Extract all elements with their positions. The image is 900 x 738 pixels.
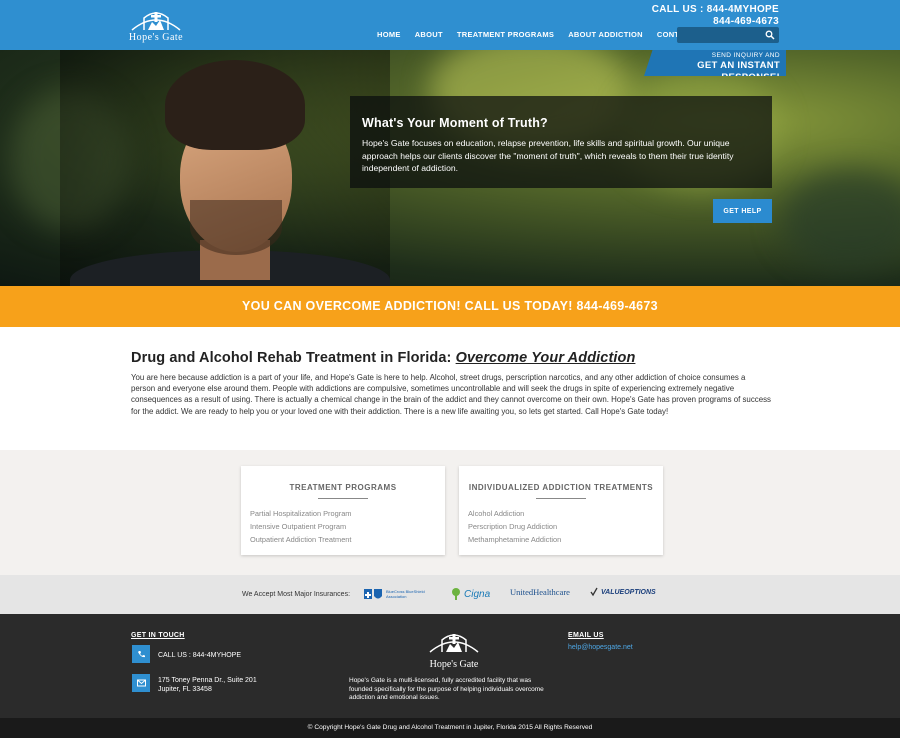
nav-about-addiction[interactable]: ABOUT ADDICTION: [561, 30, 650, 39]
card-title: INDIVIDUALIZED ADDICTION TREATMENTS: [468, 483, 654, 492]
addiction-treatments-card: INDIVIDUALIZED ADDICTION TREATMENTS Alco…: [459, 466, 663, 555]
get-in-touch-heading: GET IN TOUCH: [131, 632, 185, 639]
page-title-main: Drug and Alcohol Rehab Treatment in Flor…: [131, 350, 456, 366]
insurance-strip: We Accept Most Major Insurances: BlueCro…: [0, 575, 900, 614]
cigna-logo: Cigna: [451, 587, 490, 601]
site-logo[interactable]: Hope's Gate: [124, 6, 188, 46]
footer-address: 175 Toney Penna Dr., Suite 201 Jupiter, …: [158, 676, 257, 694]
gate-logo-icon: [429, 634, 479, 653]
main-nav: HOME ABOUT TREATMENT PROGRAMS ABOUT ADDI…: [370, 30, 702, 39]
hero-photo-beard: [190, 200, 282, 255]
programs-section: TREATMENT PROGRAMS Partial Hospitalizati…: [0, 450, 900, 575]
hero-text: Hope's Gate focuses on education, relaps…: [362, 138, 734, 173]
card-link-outpatient[interactable]: Outpatient Addiction Treatment: [250, 533, 445, 546]
gate-logo-icon: [131, 12, 181, 31]
intro-paragraph: You are here because addiction is a part…: [131, 373, 771, 416]
search-input[interactable]: [677, 29, 762, 46]
nav-about[interactable]: ABOUT: [408, 30, 450, 39]
insurance-label: We Accept Most Major Insurances:: [242, 591, 351, 598]
unitedhealthcare-text: UnitedHealthcare: [510, 587, 570, 597]
valueoptions-check-icon: [590, 587, 598, 597]
card-link-prescription[interactable]: Perscription Drug Addiction: [468, 520, 663, 533]
get-help-button[interactable]: GET HELP: [713, 199, 772, 223]
card-link-alcohol[interactable]: Alcohol Addiction: [468, 507, 663, 520]
call-banner[interactable]: YOU CAN OVERCOME ADDICTION! CALL US TODA…: [0, 286, 900, 327]
bcbs-text: BlueCross BlueShield Association: [386, 589, 425, 599]
bcbs-logo: BlueCross BlueShield Association: [363, 587, 426, 601]
footer-phone[interactable]: CALL US : 844-4MYHOPE: [158, 651, 241, 660]
search-box: [677, 27, 779, 46]
header-phone[interactable]: CALL US : 844-4MYHOPE 844-469-4673: [652, 4, 779, 28]
inquiry-small-text: SEND INQUIRY AND: [711, 52, 780, 59]
cigna-tree-icon: [452, 588, 460, 600]
nav-home[interactable]: HOME: [370, 30, 408, 39]
bcbs-icon: [364, 589, 382, 599]
treatment-programs-card: TREATMENT PROGRAMS Partial Hospitalizati…: [241, 466, 445, 555]
site-footer: GET IN TOUCH CALL US : 844-4MYHOPE 175 T…: [0, 614, 900, 718]
card-link-methamphetamine[interactable]: Methamphetamine Addiction: [468, 533, 663, 546]
address-line-2: Jupiter, FL 33458: [158, 686, 212, 693]
hero-caption-box: What's Your Moment of Truth? Hope's Gate…: [350, 96, 772, 188]
card-divider: [536, 498, 586, 499]
address-line-1: 175 Toney Penna Dr., Suite 201: [158, 677, 257, 684]
unitedhealthcare-logo: UnitedHealthcare: [510, 587, 570, 597]
page-title: Drug and Alcohol Rehab Treatment in Flor…: [131, 350, 771, 366]
call-line-1: CALL US : 844-4MYHOPE: [651, 4, 779, 15]
footer-email-link[interactable]: help@hopesgate.net: [568, 644, 633, 651]
card-link-intensive-outpatient[interactable]: Intensive Outpatient Program: [250, 520, 445, 533]
phone-icon: [132, 645, 150, 663]
intro-section: Drug and Alcohol Rehab Treatment in Flor…: [131, 350, 771, 417]
map-icon: [132, 674, 150, 692]
site-header: Hope's Gate CALL US : 844-4MYHOPE 844-46…: [0, 0, 900, 50]
page-title-em: Overcome Your Addiction: [455, 350, 636, 366]
footer-logo-text: Hope's Gate: [429, 659, 479, 670]
email-heading: EMAIL US: [568, 632, 604, 639]
bokeh-light: [780, 170, 900, 270]
hero-photo-hair: [165, 60, 305, 150]
card-divider: [318, 498, 368, 499]
search-icon[interactable]: [765, 30, 775, 40]
cigna-text: Cigna: [464, 588, 491, 600]
instant-response-tab[interactable]: SEND INQUIRY AND GET AN INSTANT RESPONSE…: [644, 50, 786, 76]
valueoptions-text: VALUEOPTIONS: [601, 588, 656, 596]
card-title: TREATMENT PROGRAMS: [289, 483, 397, 492]
card-link-partial-hospitalization[interactable]: Partial Hospitalization Program: [250, 507, 445, 520]
copyright: © Copyright Hope's Gate Drug and Alcohol…: [0, 718, 900, 738]
footer-description: Hope's Gate is a multi-licensed, fully a…: [349, 677, 544, 701]
valueoptions-logo: VALUEOPTIONS: [590, 587, 656, 597]
hero-title: What's Your Moment of Truth?: [362, 116, 548, 130]
logo-text: Hope's Gate: [128, 32, 184, 43]
nav-treatment-programs[interactable]: TREATMENT PROGRAMS: [450, 30, 561, 39]
footer-logo[interactable]: Hope's Gate: [422, 628, 486, 670]
